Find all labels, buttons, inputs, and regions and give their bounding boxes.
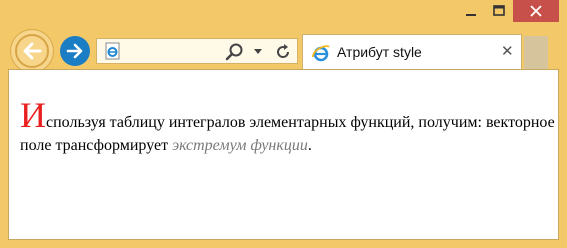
paragraph: Используя таблицу интегралов элементарны…	[20, 97, 556, 157]
search-icon[interactable]	[225, 42, 245, 62]
browser-window: Атрибут style ✕ Используя таблицу интегр…	[0, 0, 567, 248]
forward-button[interactable]	[60, 36, 90, 66]
first-letter: И	[20, 95, 46, 135]
address-bar[interactable]	[96, 38, 298, 64]
dropdown-arrow-icon[interactable]	[253, 48, 263, 56]
new-tab-area[interactable]	[524, 36, 548, 70]
maximize-icon	[493, 5, 505, 16]
back-arrow-icon	[23, 42, 42, 60]
close-tab-icon[interactable]: ✕	[501, 42, 514, 62]
back-button[interactable]	[10, 29, 54, 73]
minimize-icon	[466, 14, 476, 16]
minimize-button[interactable]	[457, 0, 485, 22]
maximize-button[interactable]	[485, 0, 513, 22]
tab-title: Атрибут style	[337, 44, 422, 60]
emphasis-text: экстремум функции	[172, 137, 308, 154]
close-window-icon	[530, 5, 542, 17]
page-content: Используя таблицу интегралов элементарны…	[8, 69, 559, 240]
refresh-icon[interactable]	[273, 42, 293, 62]
window-controls	[457, 0, 559, 22]
browser-tab[interactable]: Атрибут style ✕	[302, 34, 522, 70]
forward-arrow-icon	[66, 43, 83, 59]
ie-logo-icon	[312, 45, 330, 62]
ie-page-icon	[105, 42, 120, 60]
paragraph-end: .	[307, 137, 312, 154]
close-window-button[interactable]	[513, 0, 559, 22]
